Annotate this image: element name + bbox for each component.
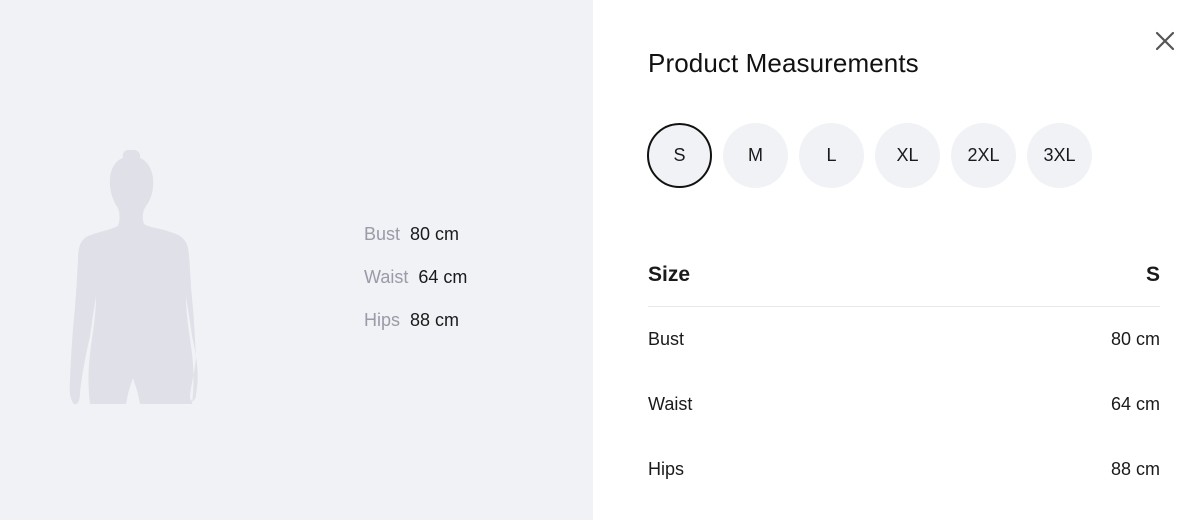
figure-measure-label: Waist [364,267,409,287]
table-row: Bust 80 cm [648,307,1160,372]
table-row: Hips 88 cm [648,437,1160,502]
table-header-label: Size [648,263,691,286]
size-option-l[interactable]: L [799,123,864,188]
table-header-row: Size S [648,244,1160,307]
female-silhouette-icon [69,150,198,405]
figure-measure-value: 80 cm [410,224,460,244]
close-button[interactable] [1152,28,1178,54]
table-header-value: S [1145,263,1160,286]
figure-measure-value: 88 cm [410,310,460,330]
table-row-value: 64 cm [1110,394,1160,414]
size-option-xl[interactable]: XL [875,123,940,188]
close-icon [1155,31,1175,51]
size-selector: S M L XL 2XL 3XL [647,123,1092,188]
size-option-2xl[interactable]: 2XL [951,123,1016,188]
table-row-label: Bust [648,329,685,349]
figure-measure-hips: Hips 88 cm [364,309,459,331]
figure-measure-label: Bust [364,224,401,244]
table-row: Waist 64 cm [648,372,1160,437]
figure-measure-waist: Waist 64 cm [364,266,467,288]
measurements-table: Size S Bust 80 cm Waist 64 cm Hips 88 cm [648,244,1160,502]
modal-title: Product Measurements [648,48,919,78]
figure-measure-label: Hips [364,310,401,330]
table-row-label: Hips [648,459,685,479]
size-option-s[interactable]: S [647,123,712,188]
size-option-3xl[interactable]: 3XL [1027,123,1092,188]
measurements-modal: Bust 80 cm Waist 64 cm Hips 88 cm Product M… [0,0,1188,520]
table-row-value: 88 cm [1110,459,1160,479]
figure-measure-value: 64 cm [418,267,468,287]
size-option-m[interactable]: M [723,123,788,188]
table-row-value: 80 cm [1110,329,1160,349]
figure-measure-bust: Bust 80 cm [364,223,459,245]
figure-panel: Bust 80 cm Waist 64 cm Hips 88 cm [0,0,593,520]
table-row-label: Waist [648,394,693,414]
